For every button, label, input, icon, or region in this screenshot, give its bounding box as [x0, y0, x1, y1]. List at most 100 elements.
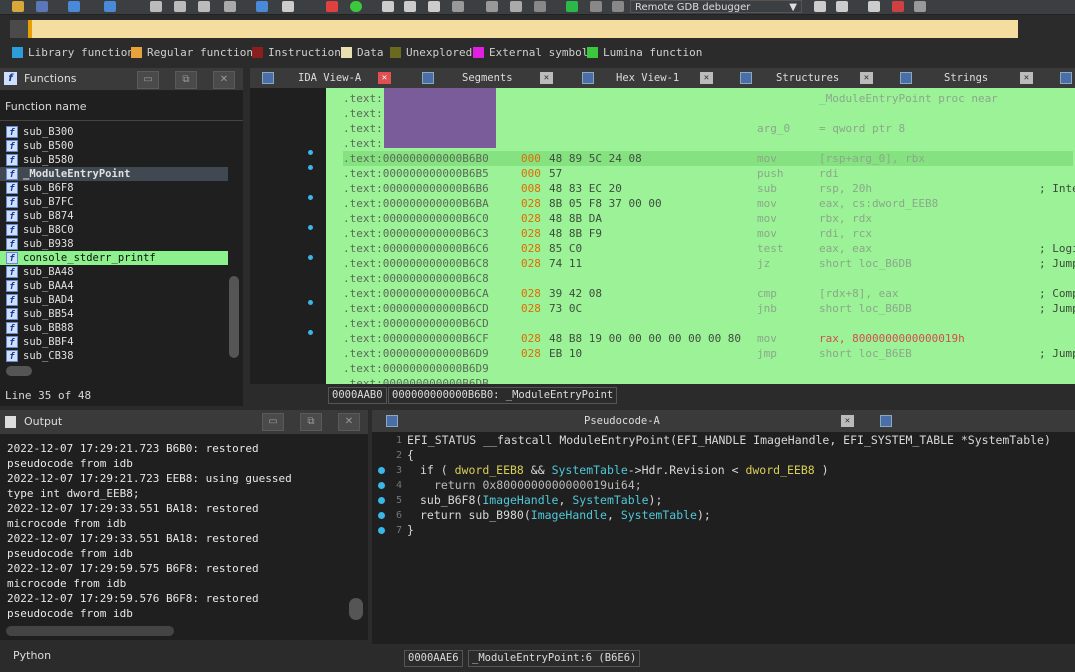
- float-panel-icon[interactable]: ⧉: [300, 413, 322, 431]
- breakpoint-dot[interactable]: [308, 195, 313, 200]
- function-list-item[interactable]: f console_stderr_printf: [0, 251, 228, 265]
- close-panel-icon[interactable]: ✕: [213, 71, 235, 89]
- function-list-item[interactable]: f sub_B580: [0, 153, 228, 167]
- disasm-line[interactable]: .text:000000000000B6CD: [343, 316, 1073, 331]
- disasm-line[interactable]: .text:000000000000B6D9: [343, 361, 1073, 376]
- disasm-line[interactable]: .text:000000000000B6B6 008 48 83 EC 20 sub r…: [343, 181, 1075, 196]
- refresh-icon[interactable]: [836, 1, 848, 12]
- breakpoint-dot[interactable]: [378, 527, 385, 534]
- close-cross-icon[interactable]: [534, 1, 546, 12]
- function-list-item[interactable]: f sub_B938: [0, 237, 228, 251]
- tab-overflow[interactable]: [880, 411, 898, 431]
- pseudocode-line-3[interactable]: if ( dword_EEB8 && SystemTable->Hdr.Revi…: [420, 463, 829, 478]
- disasm-line[interactable]: .text:000000000000B6DB: [343, 376, 1073, 384]
- close-tab-icon[interactable]: ✕: [1020, 72, 1033, 84]
- function-list-item[interactable]: f sub_BAA4: [0, 279, 228, 293]
- float-panel-icon[interactable]: ⧉: [175, 71, 197, 89]
- tab-pseudocode-a[interactable]: Pseudocode-A ✕: [384, 411, 859, 431]
- function-list-item[interactable]: f sub_BBF4: [0, 335, 228, 349]
- add-breakpoint-icon[interactable]: [892, 1, 904, 12]
- navigation-band[interactable]: [0, 18, 1075, 40]
- local-var[interactable]: SystemTable: [572, 493, 648, 507]
- breakpoint-dot[interactable]: [308, 165, 313, 170]
- disasm-line[interactable]: .text:000000000000B6CD 028 73 0C jnb short l…: [343, 301, 1075, 316]
- play-icon[interactable]: [566, 1, 578, 12]
- function-list-item[interactable]: f sub_BAD4: [0, 293, 228, 307]
- disasm-line[interactable]: .text:000000000000B6C3 028 48 8B F9 mov rdi,…: [343, 226, 1073, 241]
- disasm-line[interactable]: .text:000000000000B6CA 028 39 42 08 cmp [rdx…: [343, 286, 1075, 301]
- functions-scrollbar-thumb[interactable]: [229, 276, 239, 358]
- function-list-item[interactable]: f sub_CB38: [0, 349, 228, 363]
- font-icon[interactable]: [282, 1, 294, 12]
- stop-icon[interactable]: [612, 1, 624, 12]
- disasm-line[interactable]: .text:000000000000B6B5 000 57 push rdi: [343, 166, 1073, 181]
- navigation-strip[interactable]: [10, 20, 1018, 38]
- hex-icon[interactable]: [382, 1, 394, 12]
- close-tab-icon[interactable]: ✕: [841, 415, 854, 427]
- disasm-line[interactable]: .text:000000000000B6D9 028 EB 10 jmp short l…: [343, 346, 1075, 361]
- restore-panel-icon[interactable]: ▭: [137, 71, 159, 89]
- forward-arrow-icon[interactable]: [104, 1, 116, 12]
- function-list-item[interactable]: f sub_B6F8: [0, 181, 228, 195]
- tab-hex-view-1[interactable]: Hex View-1 ✕: [580, 68, 715, 88]
- edit-icon[interactable]: [510, 1, 522, 12]
- pseudocode-line-5[interactable]: sub_B6F8(ImageHandle, SystemTable);: [420, 493, 662, 508]
- breakpoint-dot[interactable]: [308, 150, 313, 155]
- breakpoint-dot[interactable]: [308, 300, 313, 305]
- close-panel-icon[interactable]: ✕: [338, 413, 360, 431]
- back-arrow-icon[interactable]: [68, 1, 80, 12]
- output-scrollbar-thumb[interactable]: [349, 598, 363, 620]
- disasm-line[interactable]: .text:000000000000B6BA 028 8B 05 F8 37 00 …: [343, 196, 1073, 211]
- debugger-select[interactable]: Remote GDB debugger ▼: [630, 0, 802, 13]
- function-list-item[interactable]: f sub_BB54: [0, 307, 228, 321]
- function-call[interactable]: return sub_B980(: [420, 508, 531, 522]
- disasm-line[interactable]: .text:000000000000B6C0 028 48 8B DA mov rbx,…: [343, 211, 1073, 226]
- python-command-bar[interactable]: Python: [0, 644, 368, 672]
- breakpoint-dot[interactable]: [378, 467, 385, 474]
- open-file-icon[interactable]: [12, 1, 24, 12]
- attach-icon[interactable]: [814, 1, 826, 12]
- function-list-item[interactable]: f sub_B7FC: [0, 195, 228, 209]
- disasm-line[interactable]: .text:000000000000B6CF 028 48 B8 19 00 00 …: [343, 331, 1073, 346]
- breakpoint-dot[interactable]: [378, 512, 385, 519]
- pseudocode-view[interactable]: 1 2 3 4 5 6 7 EFI_STATUS __fastcall Modu…: [372, 432, 1075, 644]
- local-var[interactable]: SystemTable: [621, 508, 697, 522]
- function-list-item[interactable]: f sub_B874: [0, 209, 228, 223]
- disasm-line[interactable]: .text:000000000000B6C8 028 74 11 jz short lo…: [343, 256, 1075, 271]
- function-list-item[interactable]: f sub_BA48: [0, 265, 228, 279]
- tab-ida-view-a[interactable]: IDA View-A ✕: [260, 68, 395, 88]
- struct-icon[interactable]: [428, 1, 440, 12]
- save-icon[interactable]: [36, 1, 48, 12]
- close-tab-icon[interactable]: ✕: [540, 72, 553, 84]
- function-list-item[interactable]: f sub_B500: [0, 139, 228, 153]
- text-view-icon[interactable]: [174, 1, 186, 12]
- local-var[interactable]: ImageHandle: [531, 508, 607, 522]
- function-call[interactable]: sub_B6F8(: [420, 493, 482, 507]
- disasm-line[interactable]: .text:000000000000B6C8: [343, 271, 1073, 286]
- graph-nodes-icon[interactable]: [452, 1, 464, 12]
- close-tab-icon[interactable]: ✕: [700, 72, 713, 84]
- function-list-item[interactable]: f sub_BB88: [0, 321, 228, 335]
- data-icon[interactable]: [404, 1, 416, 12]
- breakpoint-list-icon[interactable]: [868, 1, 880, 12]
- global-var[interactable]: dword_EEB8: [455, 463, 524, 477]
- function-list-item[interactable]: f sub_B300: [0, 125, 228, 139]
- local-var[interactable]: SystemTable: [552, 463, 628, 477]
- green-circle-icon[interactable]: [350, 1, 362, 12]
- disasm-line[interactable]: .text:000000000000B6B0 000 48 89 5C 24 08 m…: [343, 151, 1073, 166]
- functions-column-header[interactable]: Function name: [0, 94, 243, 121]
- tab-strings[interactable]: Strings ✕: [900, 68, 1040, 88]
- breakpoint-dot[interactable]: [308, 330, 313, 335]
- settings-icon[interactable]: [486, 1, 498, 12]
- global-var[interactable]: dword_EEB8: [745, 463, 814, 477]
- tab-overflow[interactable]: [1058, 68, 1075, 88]
- pseudocode-line-2[interactable]: {: [407, 448, 414, 463]
- tools-icon[interactable]: [914, 1, 926, 12]
- local-var[interactable]: ImageHandle: [482, 493, 558, 507]
- warning-icon[interactable]: [326, 1, 338, 12]
- python-label[interactable]: Python: [13, 649, 51, 662]
- restore-panel-icon[interactable]: ▭: [262, 413, 284, 431]
- breakpoint-dot[interactable]: [378, 482, 385, 489]
- new-window-icon[interactable]: [150, 1, 162, 12]
- breakpoint-dot[interactable]: [378, 497, 385, 504]
